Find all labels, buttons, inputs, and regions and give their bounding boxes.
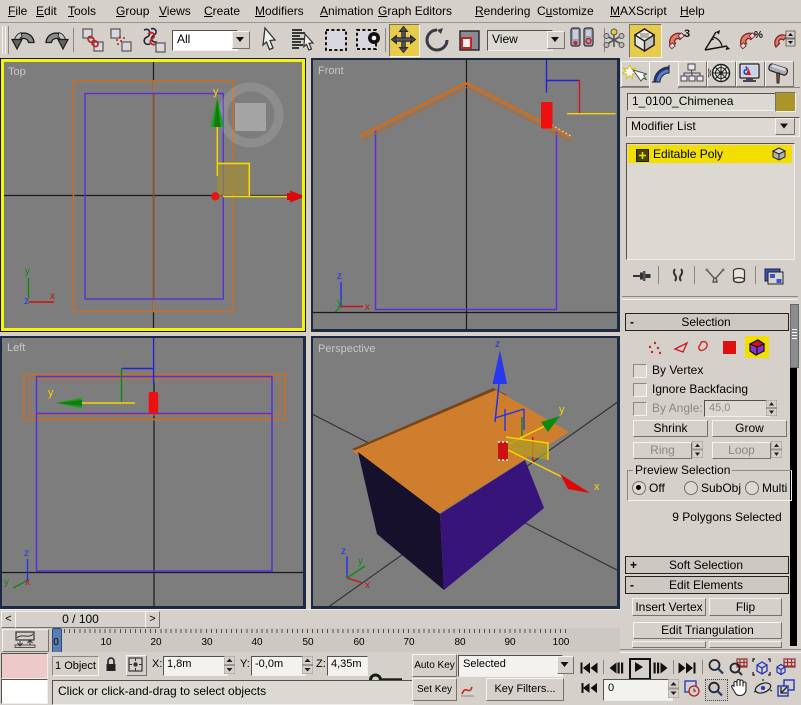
svg-text:Perspective: Perspective — [318, 343, 375, 355]
svg-text:y: y — [4, 577, 9, 588]
svg-text:y: y — [213, 86, 219, 98]
svg-text:%: % — [754, 30, 763, 41]
svg-text:x: x — [594, 481, 600, 493]
svg-text:y: y — [358, 556, 363, 567]
svg-text:Left: Left — [7, 342, 25, 354]
svg-text:z: z — [341, 546, 346, 557]
svg-text:y: y — [25, 266, 30, 277]
svg-text:x: x — [365, 580, 370, 591]
svg-text:y: y — [48, 387, 54, 399]
svg-text:z: z — [24, 548, 29, 559]
svg-text:3: 3 — [684, 28, 690, 40]
svg-text:x: x — [50, 291, 55, 302]
svg-text:x: x — [365, 302, 370, 313]
svg-text:z: z — [24, 296, 29, 307]
svg-text:y: y — [337, 297, 342, 308]
svg-text:z: z — [337, 271, 342, 282]
svg-text:z: z — [495, 339, 500, 350]
svg-text:x: x — [25, 577, 30, 588]
svg-text:y: y — [559, 404, 565, 416]
svg-text:Front: Front — [318, 65, 344, 77]
svg-text:Top: Top — [8, 66, 26, 78]
